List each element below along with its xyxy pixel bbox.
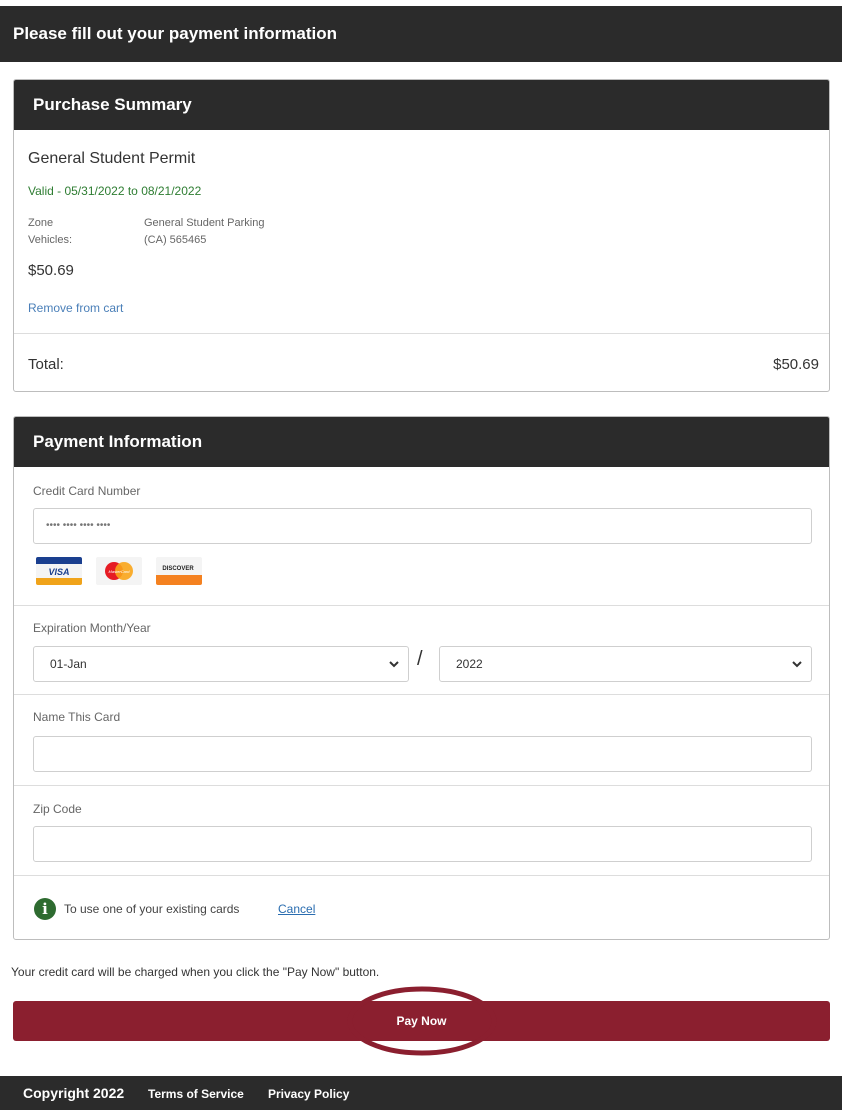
discover-logo-icon: DISCOVER [156, 557, 202, 585]
charge-notice: Your credit card will be charged when yo… [11, 965, 380, 979]
cancel-link[interactable]: Cancel [278, 902, 315, 916]
footer: Copyright 2022 Terms of Service Privacy … [0, 1076, 842, 1110]
zone-value: General Student Parking [144, 217, 265, 229]
discover-logo-text: DISCOVER [162, 566, 194, 572]
privacy-policy-link[interactable]: Privacy Policy [268, 1087, 349, 1101]
page-header: Please fill out your payment information [0, 6, 842, 62]
expiration-month-value: 01-Jan [50, 657, 87, 671]
copyright-text: Copyright 2022 [23, 1085, 125, 1101]
card-name-input[interactable] [33, 736, 812, 772]
pay-now-label: Pay Now [396, 1014, 447, 1028]
total-divider [14, 333, 829, 334]
credit-card-label: Credit Card Number [33, 484, 141, 498]
pay-now-button[interactable]: Pay Now [13, 1001, 830, 1041]
total-label: Total: [28, 356, 64, 373]
existing-cards-text: To use one of your existing cards [64, 902, 240, 916]
terms-of-service-link[interactable]: Terms of Service [148, 1087, 244, 1101]
info-circle-icon: i [34, 898, 56, 920]
expiration-label: Expiration Month/Year [33, 621, 151, 635]
payment-information-card: Payment Information Credit Card Number •… [13, 416, 830, 940]
permit-name: General Student Permit [28, 150, 196, 167]
card-name-label: Name This Card [33, 710, 121, 724]
permit-price: $50.69 [28, 262, 74, 279]
chevron-down-icon [792, 661, 802, 668]
chevron-down-icon [389, 661, 399, 668]
credit-card-placeholder: •••• •••• •••• •••• [46, 520, 111, 531]
vehicles-label: Vehicles: [28, 234, 73, 246]
section-divider [14, 694, 829, 695]
purchase-summary-title: Purchase Summary [14, 80, 829, 130]
purchase-summary-card: Purchase Summary General Student Permit … [13, 79, 830, 392]
expiration-separator: / [417, 648, 423, 670]
section-divider [14, 875, 829, 876]
zip-code-input[interactable] [33, 826, 812, 862]
visa-logo-text: VISA [48, 567, 69, 577]
total-value: $50.69 [773, 356, 819, 373]
mastercard-logo-text: MasterCard [109, 569, 131, 574]
expiration-year-select[interactable]: 2022 [439, 646, 812, 682]
visa-logo-icon: VISA [36, 557, 82, 585]
expiration-month-select[interactable]: 01-Jan [33, 646, 409, 682]
section-divider [14, 605, 829, 606]
mastercard-logo-icon: MasterCard [96, 557, 142, 585]
remove-from-cart-link[interactable]: Remove from cart [28, 301, 123, 315]
payment-information-title: Payment Information [14, 417, 829, 467]
zone-label: Zone [28, 217, 54, 229]
section-divider [14, 785, 829, 786]
zip-code-label: Zip Code [33, 802, 82, 816]
page-header-title: Please fill out your payment information [13, 24, 337, 43]
expiration-year-value: 2022 [456, 657, 483, 671]
permit-validity: Valid - 05/31/2022 to 08/21/2022 [28, 184, 202, 198]
credit-card-input[interactable]: •••• •••• •••• •••• [33, 508, 812, 544]
vehicles-value: (CA) 565465 [144, 234, 207, 246]
